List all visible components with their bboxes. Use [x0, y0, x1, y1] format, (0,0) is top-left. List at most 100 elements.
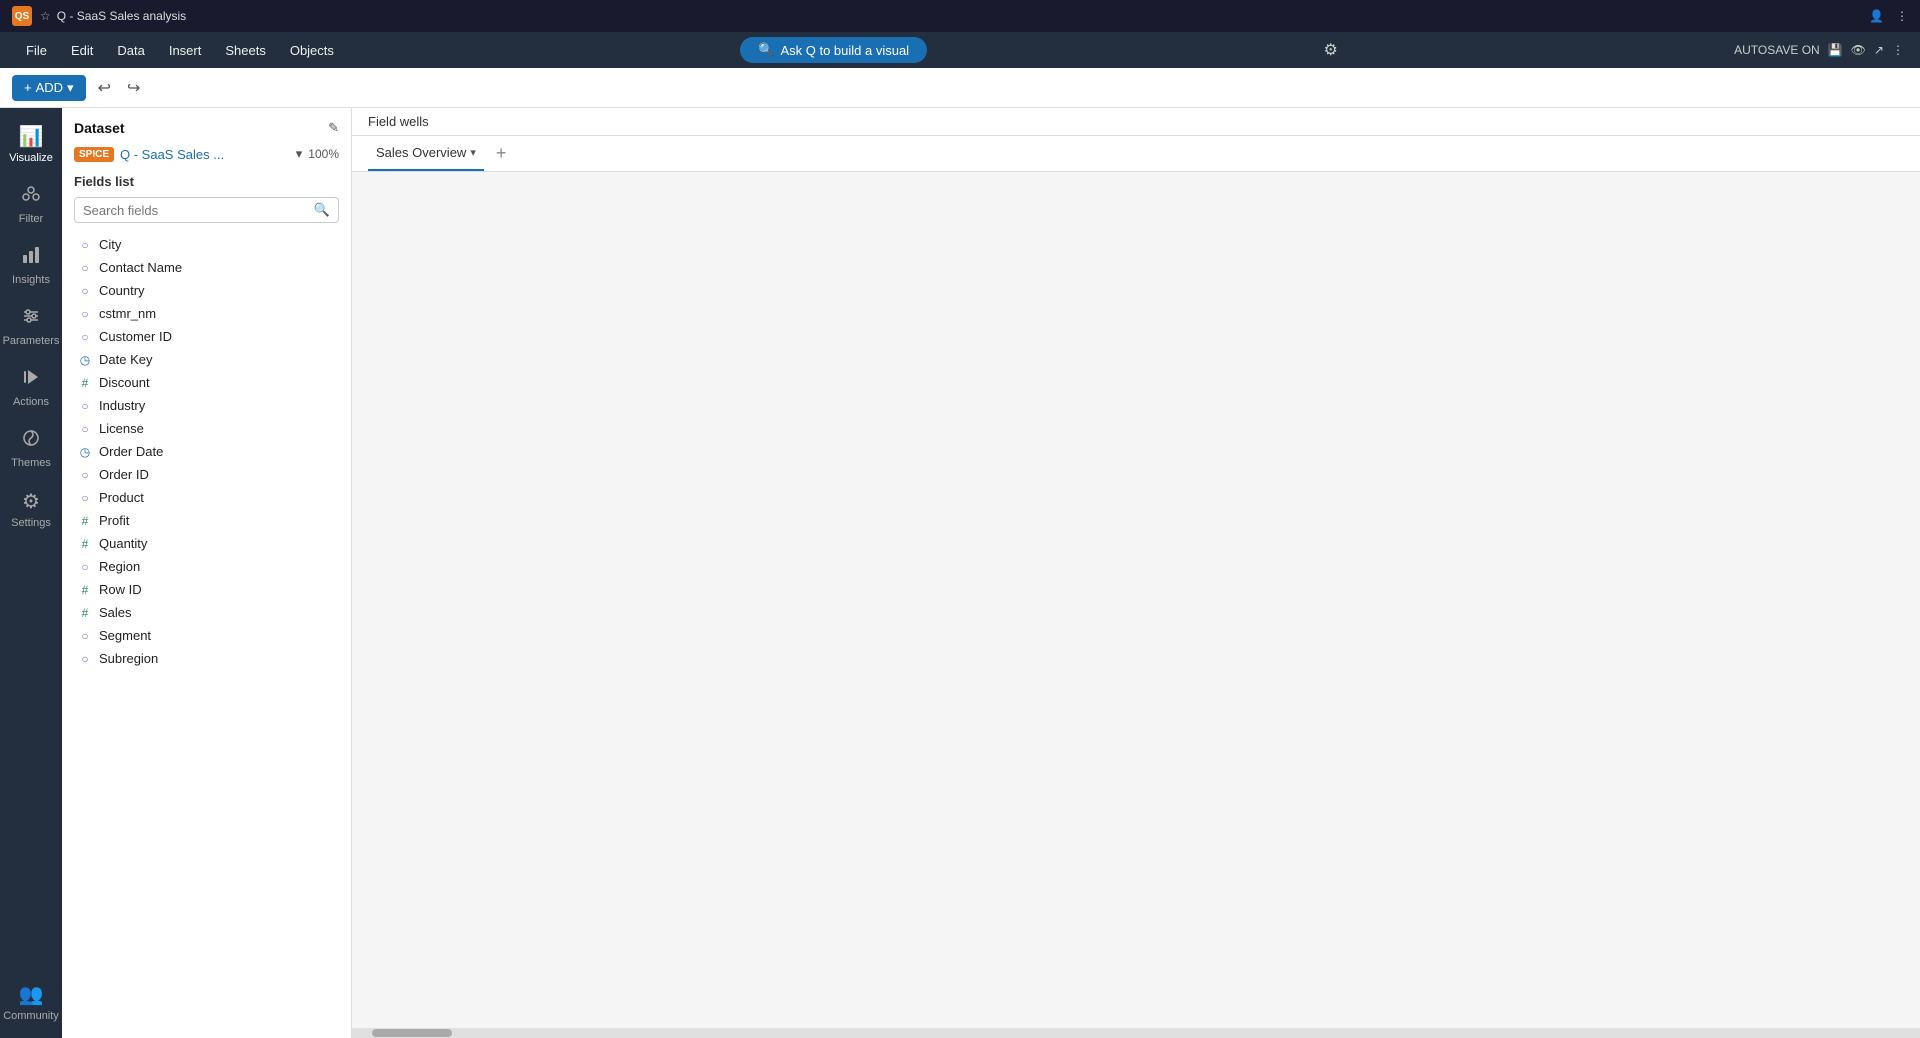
star-icon[interactable]: ☆ — [40, 9, 51, 23]
preview-icon[interactable]: 👁 — [1851, 43, 1866, 57]
autosave-label: AUTOSAVE ON 💾 👁 ↗ ⋮ — [1734, 43, 1904, 57]
field-type-icon: ○ — [78, 238, 92, 252]
field-item[interactable]: ○ City — [74, 233, 339, 256]
field-item[interactable]: ○Subregion — [74, 647, 339, 670]
dataset-name[interactable]: Q - SaaS Sales ... — [120, 147, 290, 162]
field-name: Order Date — [99, 444, 163, 459]
title-right-icons: 👤 ⋮ — [1869, 9, 1908, 23]
community-icon: 👥 — [19, 982, 44, 1007]
nav-item-visualize[interactable]: 📊 Visualize — [3, 116, 59, 172]
field-item[interactable]: #Row ID — [74, 578, 339, 601]
field-name: Industry — [99, 398, 145, 413]
field-item[interactable]: #Profit — [74, 509, 339, 532]
gear-icon[interactable]: ⚙ — [1323, 40, 1337, 60]
field-item[interactable]: ○Region — [74, 555, 339, 578]
menu-item-edit[interactable]: Edit — [61, 39, 103, 62]
nav-item-actions[interactable]: Actions — [3, 359, 59, 416]
nav-item-insights[interactable]: Insights — [3, 237, 59, 294]
field-item[interactable]: ○Order ID — [74, 463, 339, 486]
field-item[interactable]: # Quantity — [74, 532, 339, 555]
field-name: License — [99, 421, 144, 436]
field-type-icon: # — [78, 583, 92, 597]
field-item[interactable]: #Sales — [74, 601, 339, 624]
field-type-icon: # — [78, 537, 92, 551]
actions-icon — [21, 367, 41, 393]
field-type-icon: ○ — [78, 284, 92, 298]
dataset-title: Dataset — [74, 120, 125, 136]
add-button[interactable]: + ADD ▾ — [12, 75, 86, 101]
search-input[interactable] — [83, 203, 308, 218]
more-icon[interactable]: ⋮ — [1892, 43, 1904, 57]
menu-item-data[interactable]: Data — [107, 39, 154, 62]
fields-panel: Dataset ✎ SPICE Q - SaaS Sales ... ▾ 100… — [62, 108, 352, 1038]
field-type-icon: ◷ — [78, 445, 92, 459]
tab-title: ☆ Q - SaaS Sales analysis — [40, 9, 186, 23]
field-name: Sales — [99, 605, 132, 620]
field-item[interactable]: ○Industry — [74, 394, 339, 417]
field-type-icon: ○ — [78, 491, 92, 505]
settings-icon: ⚙ — [22, 489, 40, 514]
nav-item-themes[interactable]: Themes — [3, 420, 59, 477]
field-item[interactable]: #Discount — [74, 371, 339, 394]
undo-button[interactable]: ↩ — [94, 76, 115, 100]
field-item[interactable]: ○Customer ID — [74, 325, 339, 348]
redo-button[interactable]: ↪ — [123, 76, 144, 100]
ask-q-button[interactable]: 🔍 Ask Q to build a visual — [740, 37, 927, 63]
field-item[interactable]: ○ License — [74, 417, 339, 440]
field-item[interactable]: ○cstmr_nm — [74, 302, 339, 325]
add-chevron-icon: ▾ — [67, 80, 74, 96]
insights-icon — [21, 245, 41, 271]
field-item[interactable]: ○Contact Name — [74, 256, 339, 279]
field-item[interactable]: ○ Country — [74, 279, 339, 302]
parameters-label: Parameters — [3, 335, 60, 347]
visualize-label: Visualize — [9, 152, 53, 164]
sheet-tab-sales-overview[interactable]: Sales Overview ▾ — [368, 136, 484, 171]
nav-item-settings[interactable]: ⚙ Settings — [3, 481, 59, 537]
field-item[interactable]: ○Segment — [74, 624, 339, 647]
scrollbar-thumb[interactable] — [372, 1029, 452, 1037]
field-name: Subregion — [99, 651, 158, 666]
main-layout: 📊 Visualize Filter Insights Parameters — [0, 108, 1920, 1038]
menu-item-objects[interactable]: Objects — [280, 39, 344, 62]
actions-label: Actions — [13, 396, 49, 408]
settings-label: Settings — [11, 517, 51, 529]
menu-item-insert[interactable]: Insert — [159, 39, 212, 62]
search-box: 🔍 — [74, 197, 339, 223]
field-type-icon: ○ — [78, 422, 92, 436]
field-type-icon: ○ — [78, 330, 92, 344]
field-name: Quantity — [99, 536, 147, 551]
field-type-icon: ○ — [78, 560, 92, 574]
sheet-tab-label: Sales Overview — [376, 145, 466, 160]
share-icon[interactable]: ↗ — [1874, 43, 1884, 57]
app-logo: QS — [12, 6, 32, 26]
dataset-edit-icon[interactable]: ✎ — [328, 120, 339, 136]
horizontal-scrollbar[interactable] — [352, 1028, 1920, 1038]
tab-title-text: Q - SaaS Sales analysis — [57, 9, 186, 23]
canvas-area[interactable] — [352, 172, 1920, 1028]
menu-bar: File Edit Data Insert Sheets Objects 🔍 A… — [0, 32, 1920, 68]
add-sheet-tab-icon[interactable]: + — [492, 143, 511, 164]
dataset-row: SPICE Q - SaaS Sales ... ▾ 100% — [74, 146, 339, 162]
menu-item-file[interactable]: File — [16, 39, 57, 62]
nav-item-filter[interactable]: Filter — [3, 176, 59, 233]
menu-item-sheets[interactable]: Sheets — [215, 39, 275, 62]
parameters-icon — [21, 306, 41, 332]
field-item[interactable]: ◷Date Key — [74, 348, 339, 371]
field-name: Country — [99, 283, 145, 298]
field-type-icon: ○ — [78, 307, 92, 321]
field-name: Segment — [99, 628, 151, 643]
nav-item-parameters[interactable]: Parameters — [3, 298, 59, 355]
field-name: City — [99, 237, 121, 252]
visualize-icon: 📊 — [19, 124, 44, 149]
save-icon[interactable]: 💾 — [1828, 43, 1843, 57]
user-icon[interactable]: 👤 — [1869, 9, 1884, 23]
field-item[interactable]: ◷ Order Date — [74, 440, 339, 463]
field-type-icon: ○ — [78, 261, 92, 275]
field-type-icon: ○ — [78, 468, 92, 482]
field-item[interactable]: ○Product — [74, 486, 339, 509]
apps-icon[interactable]: ⋮ — [1896, 9, 1908, 23]
sheet-tab-dropdown-icon[interactable]: ▾ — [470, 146, 476, 159]
nav-item-community[interactable]: 👥 Community — [3, 974, 59, 1030]
themes-icon — [21, 428, 41, 454]
dataset-dropdown-icon[interactable]: ▾ — [296, 146, 303, 162]
